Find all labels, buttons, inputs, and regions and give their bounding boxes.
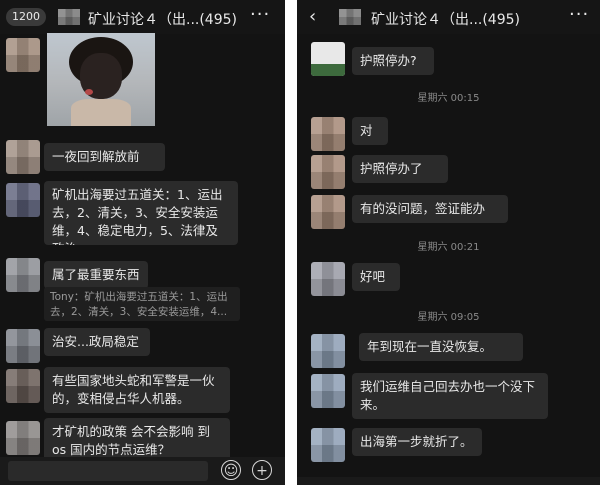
plus-icon[interactable]: +: [252, 460, 272, 480]
message-bubble[interactable]: 矿机出海要过五道关：1、运出去，2、清关，3、安全安装运维，4、稳定电力，5、法…: [44, 181, 238, 245]
input-bar: [297, 477, 600, 485]
timestamp: 星期六 00:21: [417, 242, 480, 253]
photo-mouth: [85, 89, 93, 95]
unread-badge[interactable]: 1200: [6, 8, 46, 26]
photo-message[interactable]: [47, 33, 155, 126]
back-icon[interactable]: ‹: [309, 6, 316, 27]
message-bubble[interactable]: 有的没问题，签证能办: [352, 195, 508, 223]
avatar[interactable]: [6, 421, 40, 455]
avatar[interactable]: [311, 334, 345, 368]
photo-body: [71, 99, 131, 126]
message-bubble[interactable]: 一夜回到解放前: [44, 143, 165, 171]
avatar[interactable]: [6, 183, 40, 217]
right-chat-screen: ‹ 矿业讨论４（出...(495) ··· 护照停办? 星期六 00:15 对 …: [297, 0, 600, 485]
avatar[interactable]: [6, 369, 40, 403]
chat-title: 矿业讨论４（出...(495): [88, 12, 237, 28]
quoted-message[interactable]: Tony：矿机出海要过五道关：1、运出去，2、清关，3、安全安装运维，4...: [44, 287, 240, 321]
chat-title: 矿业讨论４（出...(495): [371, 12, 520, 28]
avatar[interactable]: [311, 117, 345, 151]
message-bubble[interactable]: 好吧: [352, 263, 400, 291]
timestamp: 星期六 00:15: [417, 93, 480, 104]
message-bubble[interactable]: 对: [352, 117, 388, 145]
blurred-title-prefix: [58, 9, 80, 25]
avatar[interactable]: [311, 195, 345, 229]
message-bubble[interactable]: 我们运维自己回去办也一个没下来。: [352, 373, 548, 419]
smile-icon[interactable]: ☺: [221, 460, 241, 480]
message-bubble[interactable]: 有些国家地头蛇和军警是一伙的，变相侵占华人机器。: [44, 367, 230, 413]
avatar[interactable]: [311, 374, 345, 408]
chat-header: 1200 矿业讨论４（出...(495) ···: [0, 0, 285, 34]
message-bubble[interactable]: 护照停办?: [352, 47, 434, 75]
avatar[interactable]: [6, 38, 40, 72]
input-bar: ☺ +: [0, 457, 285, 485]
timestamp: 星期六 09:05: [417, 312, 480, 323]
blurred-title-prefix: [339, 9, 361, 25]
more-icon[interactable]: ···: [569, 4, 589, 25]
chat-header: ‹ 矿业讨论４（出...(495) ···: [297, 0, 600, 34]
avatar[interactable]: [6, 140, 40, 174]
message-bubble[interactable]: 护照停办了: [352, 155, 448, 183]
left-chat-screen: 1200 矿业讨论４（出...(495) ··· 一夜回到解放前 矿机出海要过五…: [0, 0, 285, 485]
message-bubble[interactable]: 年到现在一直没恢复。: [359, 333, 523, 361]
message-bubble[interactable]: 出海第一步就折了。: [352, 428, 482, 456]
message-bubble[interactable]: 治安...政局稳定: [44, 328, 150, 356]
avatar[interactable]: [6, 258, 40, 292]
message-input[interactable]: [8, 461, 208, 481]
more-icon[interactable]: ···: [250, 4, 270, 25]
avatar[interactable]: [311, 262, 345, 296]
avatar[interactable]: [6, 329, 40, 363]
avatar[interactable]: [311, 42, 345, 76]
message-bubble[interactable]: 属了最重要东西: [44, 261, 148, 289]
avatar[interactable]: [311, 428, 345, 462]
avatar[interactable]: [311, 155, 345, 189]
